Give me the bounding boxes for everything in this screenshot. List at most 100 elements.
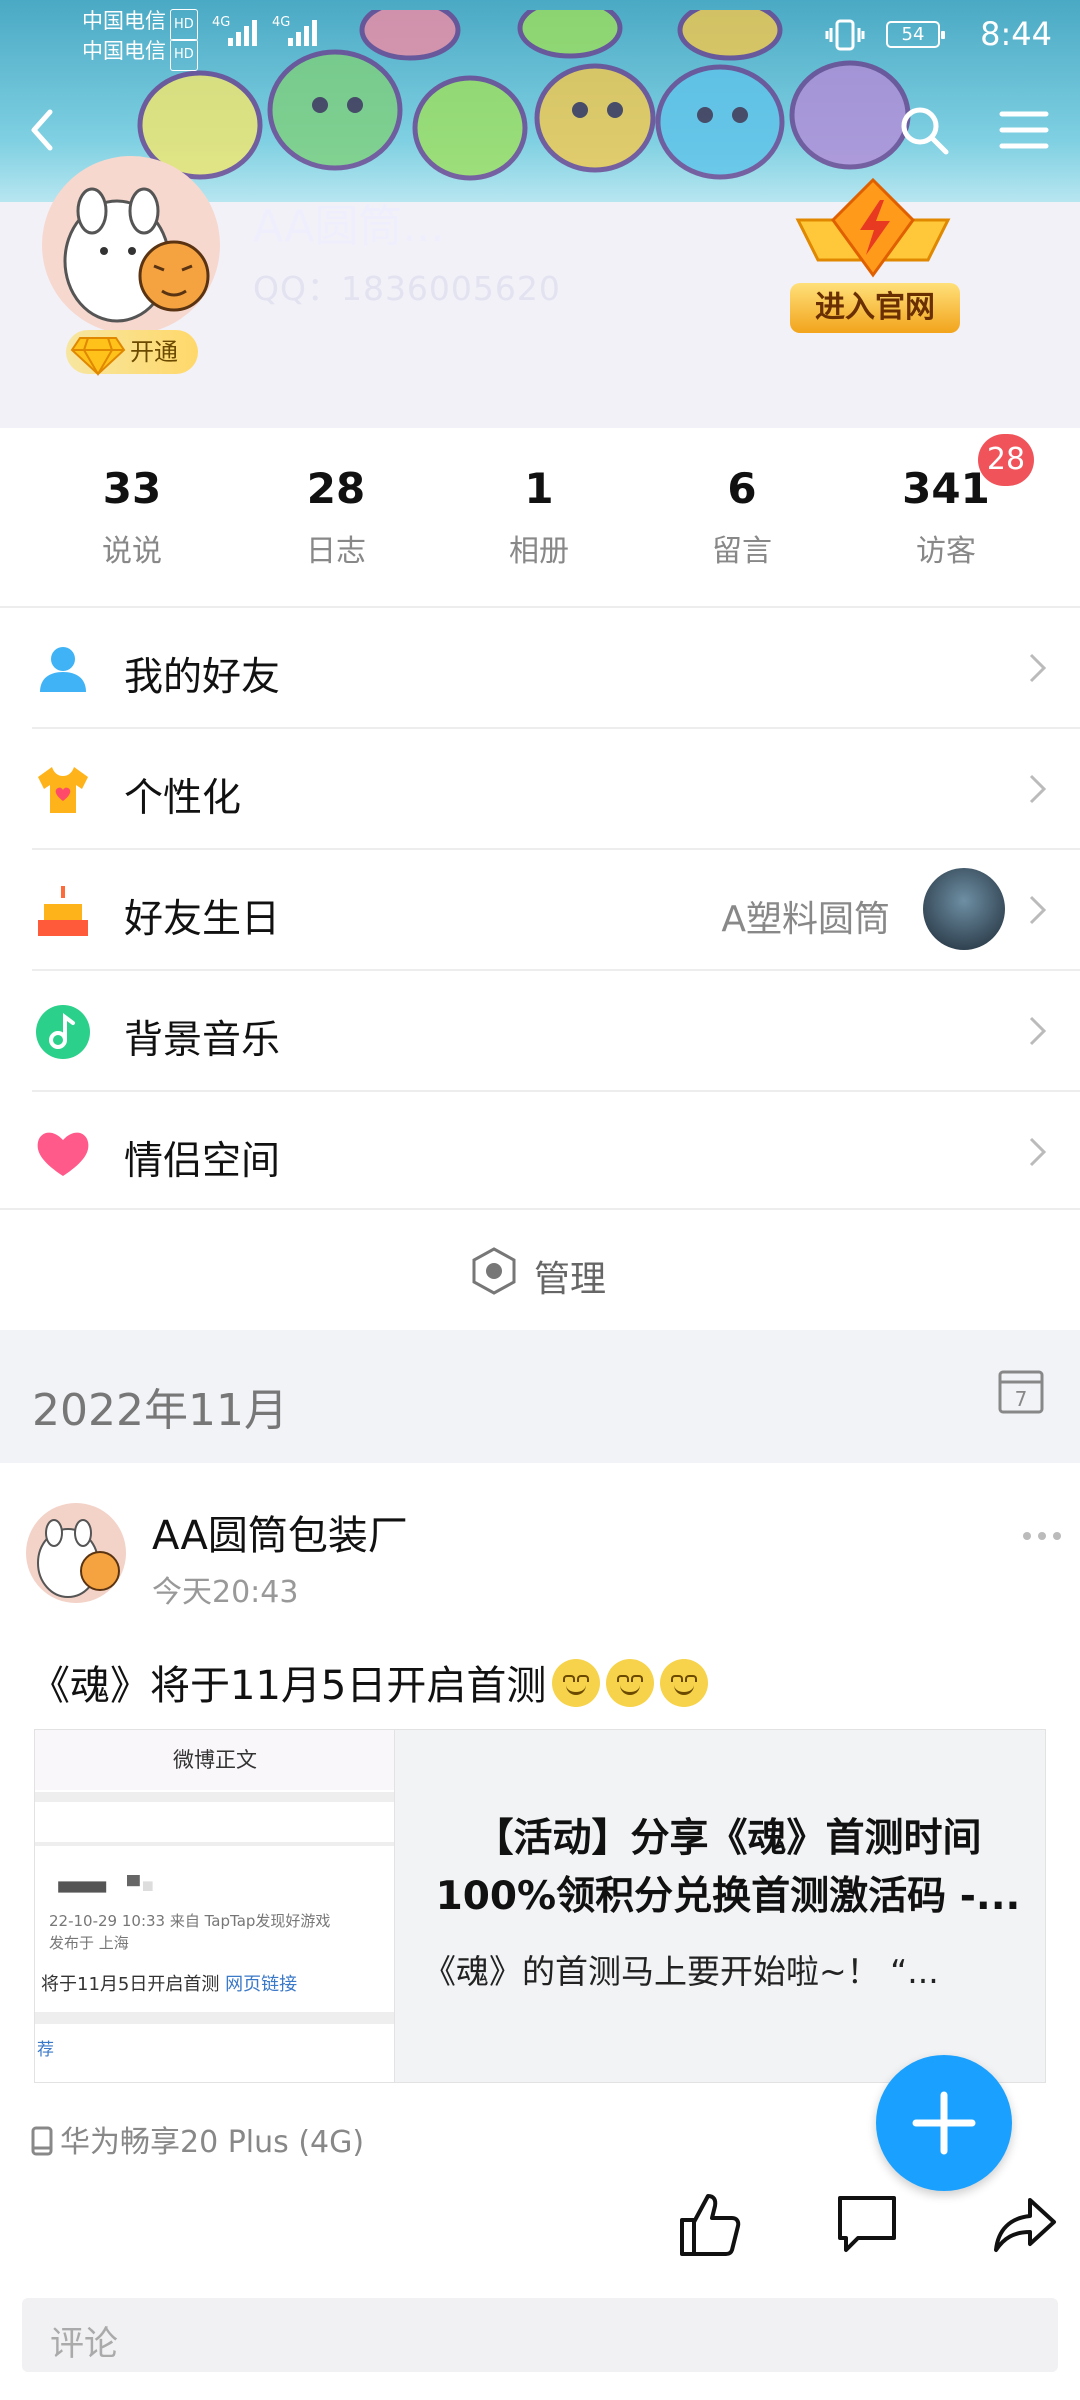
thumb-meta: 22-10-29 10:33 来自 TapTap发现好游戏 <box>49 1912 331 1930</box>
menu-label: 情侣空间 <box>124 1139 281 1184</box>
phone-icon <box>31 2126 53 2156</box>
stat-value: 28 <box>306 464 366 513</box>
stat-label: 说说 <box>102 534 162 569</box>
official-site-button[interactable]: 进入官网 <box>790 283 960 333</box>
thumb-link-line: 将于11月5日开启首测 网页链接 <box>41 1970 297 1996</box>
thumb-band <box>35 2012 394 2024</box>
thumb-link-text: 将于11月5日开启首测 <box>41 1974 220 1995</box>
post-text: 《魂》将于11月5日开启首测 <box>30 1653 709 1711</box>
menu-personalize[interactable]: 个性化 <box>0 729 1080 849</box>
plus-icon <box>912 2091 976 2155</box>
stats-bar: 33 说说 28 日志 1 相册 6 留言 341 访客 <box>0 428 1080 608</box>
menu-label: 我的好友 <box>124 655 281 700</box>
signal-icon-1: 4G <box>212 15 257 46</box>
vibrate-icon <box>825 19 865 51</box>
music-icon <box>36 1005 90 1059</box>
stat-album[interactable]: 1 相册 <box>459 468 619 570</box>
calendar-icon[interactable]: 7 <box>996 1366 1046 1416</box>
smile-emoji-icon <box>606 1659 655 1707</box>
chevron-right-icon <box>1029 895 1047 925</box>
birthday-friend-name: A塑料圆筒 <box>721 899 890 940</box>
chevron-right-icon <box>1029 653 1047 683</box>
thumb-band <box>35 1792 394 1802</box>
carrier-2-name: 中国电信 <box>82 39 166 63</box>
chevron-right-icon <box>1029 1016 1047 1046</box>
hd-badge-2: HD <box>170 39 198 71</box>
share-icon[interactable] <box>990 2190 1060 2260</box>
visitor-count-badge: 28 <box>978 434 1034 486</box>
link-title-line-2: 100%领积分兑换首测激活码 -... <box>435 1874 1021 1919</box>
profile-avatar[interactable] <box>42 156 220 334</box>
carrier-2: 中国电信 HD <box>82 36 198 71</box>
thumb-header: 微博正文 <box>35 1730 394 1790</box>
thumb-band <box>35 1842 394 1846</box>
birthday-friend-avatar <box>923 868 1005 950</box>
link-title-line-1: 【活动】分享《魂》首测时间 <box>474 1816 982 1861</box>
cake-icon <box>38 886 88 936</box>
settings-hexagon-icon <box>472 1247 516 1295</box>
post-timestamp: 今天20:43 <box>152 1575 299 1610</box>
diamond-icon <box>70 337 126 376</box>
chevron-right-icon <box>1029 774 1047 804</box>
battery-indicator: 54 <box>886 21 945 48</box>
month-label: 2022年11月 <box>32 1385 288 1436</box>
chevron-right-icon <box>1029 1137 1047 1167</box>
menu-couple-space[interactable]: 情侣空间 <box>0 1092 1080 1212</box>
menu-icon[interactable] <box>994 100 1054 160</box>
shared-link-card[interactable]: 微博正文 22-10-29 10:33 来自 TapTap发现好游戏 发布于 上… <box>34 1729 1046 2083</box>
stat-label: 日志 <box>306 534 366 569</box>
menu-label: 背景音乐 <box>124 1018 281 1063</box>
carrier-1-name: 中国电信 <box>82 9 166 33</box>
timeline-month-header: 2022年11月 7 <box>0 1330 1080 1463</box>
vip-open-button[interactable]: 开通 <box>66 330 198 376</box>
thumb-web-link: 网页链接 <box>225 1974 298 1995</box>
stat-messages[interactable]: 6 留言 <box>662 468 822 570</box>
like-icon[interactable] <box>676 2190 742 2260</box>
manage-button[interactable]: 管理 <box>0 1210 1080 1330</box>
vip-label: 开通 <box>130 338 178 366</box>
calendar-day: 7 <box>1015 1387 1028 1411</box>
heart-icon <box>37 1132 89 1176</box>
stat-value: 33 <box>102 464 162 513</box>
network-type-2: 4G <box>272 15 290 30</box>
post-device: 华为畅享20 Plus (4G) <box>30 2117 364 2161</box>
link-title: 【活动】分享《魂》首测时间 100%领积分兑换首测激活码 -... <box>423 1810 1033 1926</box>
stat-blog[interactable]: 28 日志 <box>256 468 416 570</box>
thumb-recommend: 荐 <box>37 2040 54 2060</box>
menu-label: 个性化 <box>124 776 242 821</box>
post-text-content: 《魂》将于11月5日开启首测 <box>30 1663 547 1709</box>
avatar-illustration <box>63 187 210 323</box>
link-description: 《魂》的首测马上要开始啦~！ “... <box>423 1952 939 1991</box>
menu-my-friends[interactable]: 我的好友 <box>0 608 1080 728</box>
post-author-name[interactable]: AA圆筒包装厂 <box>152 1503 408 1561</box>
status-bar: 中国电信 HD 中国电信 HD 4G 4G 54 8:44 <box>0 0 1080 71</box>
more-options-icon[interactable] <box>1022 1531 1062 1541</box>
comment-placeholder: 评论 <box>50 2324 118 2364</box>
link-thumbnail: 微博正文 22-10-29 10:33 来自 TapTap发现好游戏 发布于 上… <box>35 1730 395 2082</box>
menu-friend-birthday[interactable]: 好友生日 A塑料圆筒 <box>0 850 1080 970</box>
network-type-1: 4G <box>212 15 230 30</box>
menu-label: 好友生日 <box>124 897 281 942</box>
back-icon[interactable] <box>14 100 74 160</box>
profile-name: AA圆筒... <box>253 201 445 252</box>
stat-shuoshuo[interactable]: 33 说说 <box>52 468 212 570</box>
add-post-button[interactable] <box>876 2055 1012 2191</box>
comment-icon[interactable] <box>834 2190 900 2260</box>
signal-icon-2: 4G <box>272 15 317 46</box>
search-icon[interactable] <box>894 100 954 160</box>
thumb-meta: 发布于 上海 <box>49 1934 129 1952</box>
post-author-avatar[interactable] <box>26 1503 126 1603</box>
stat-label: 相册 <box>509 534 569 569</box>
blurred-username <box>58 1875 153 1893</box>
manage-label: 管理 <box>534 1259 607 1300</box>
comment-input[interactable]: 评论 <box>22 2298 1058 2372</box>
menu-background-music[interactable]: 背景音乐 <box>0 971 1080 1091</box>
status-time: 8:44 <box>980 15 1052 53</box>
profile-header: 中国电信 HD 中国电信 HD 4G 4G 54 8:44 开通 AA圆筒...… <box>0 0 1080 428</box>
stat-label: 留言 <box>712 534 772 569</box>
smile-emoji-icon <box>552 1659 601 1707</box>
smile-emoji-icon <box>660 1659 709 1707</box>
friends-icon <box>40 647 86 692</box>
stat-value: 6 <box>727 464 757 513</box>
stat-value: 1 <box>524 464 554 513</box>
